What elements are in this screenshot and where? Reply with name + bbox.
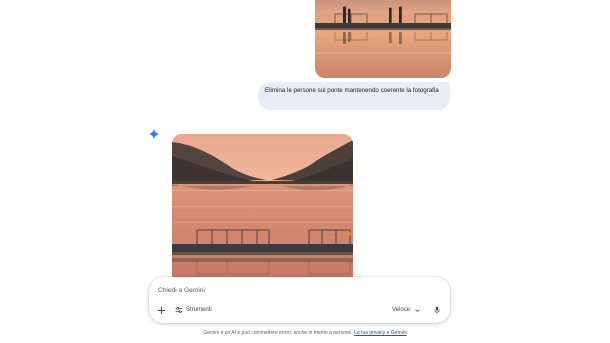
model-selector-button[interactable]: Veloce: [392, 304, 421, 316]
model-label: Veloce: [392, 307, 411, 313]
tools-button[interactable]: Strumenti: [175, 304, 212, 316]
plus-icon: [157, 306, 165, 314]
tools-label: Strumenti: [186, 307, 212, 313]
previous-generated-image[interactable]: [315, 0, 451, 78]
tools-sliders-icon: [175, 307, 183, 313]
lake-sunset-photo-empty-pier: [172, 134, 353, 284]
microphone-icon: [434, 306, 440, 314]
gemini-spark-icon: [148, 127, 160, 140]
user-message-text: Elimina le persone sul ponte mantenendo …: [265, 87, 439, 94]
prompt-composer: Strumenti Veloce: [149, 277, 450, 323]
prompt-input[interactable]: [158, 284, 438, 296]
footer-disclaimer: Gemini è un'AI e può commettere errori, …: [0, 330, 610, 336]
user-message-bubble: Elimina le persone sul ponte mantenendo …: [258, 82, 450, 110]
disclaimer-text: Gemini è un'AI e può commettere errori, …: [203, 330, 353, 336]
lake-sunset-photo-with-people: [315, 0, 451, 78]
add-attachment-button[interactable]: [155, 304, 167, 316]
generated-image[interactable]: [172, 134, 353, 284]
microphone-button[interactable]: [431, 304, 443, 316]
privacy-link[interactable]: La tua privacy e Gemini: [354, 330, 407, 336]
chevron-down-icon: [415, 308, 420, 312]
